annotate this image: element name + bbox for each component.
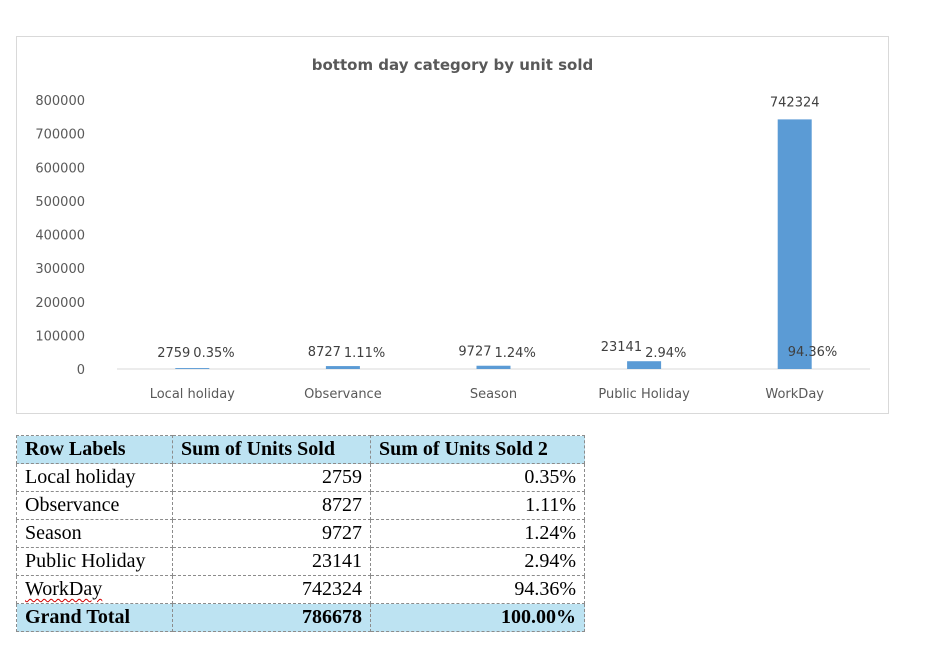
y-tick-label: 400000 (35, 229, 85, 244)
row-units[interactable]: 8727 (172, 491, 371, 520)
bar (777, 119, 812, 369)
bar (476, 365, 511, 369)
x-tick-label: Local holiday (150, 387, 235, 402)
header-sum-units-2[interactable]: Sum of Units Sold 2 (370, 435, 585, 464)
y-tick-label: 0 (77, 363, 85, 378)
row-pct[interactable]: 0.35% (370, 463, 585, 492)
data-label-percent: 94.36% (788, 345, 838, 360)
table-row: Season 9727 1.24% (16, 519, 585, 548)
y-tick-label: 700000 (35, 128, 85, 143)
bar (325, 366, 360, 369)
data-label-percent: 1.24% (495, 346, 536, 361)
grand-total-label[interactable]: Grand Total (16, 603, 173, 632)
row-units[interactable]: 9727 (172, 519, 371, 548)
row-label[interactable]: Public Holiday (16, 547, 173, 576)
y-tick-label: 200000 (35, 296, 85, 311)
y-tick-label: 100000 (35, 329, 85, 344)
table-row: Local holiday 2759 0.35% (16, 463, 585, 492)
data-label-value: 23141 (601, 340, 642, 355)
data-label-percent: 1.11% (344, 346, 385, 361)
data-label-value: 2759 (157, 346, 190, 361)
data-label-percent: 0.35% (193, 346, 234, 361)
data-label-percent: 2.94% (645, 346, 686, 361)
y-tick-label: 800000 (35, 94, 85, 109)
pivot-table: Row Labels Sum of Units Sold Sum of Unit… (16, 435, 585, 632)
row-pct[interactable]: 2.94% (370, 547, 585, 576)
table-row: Observance 8727 1.11% (16, 491, 585, 520)
table-row: Public Holiday 23141 2.94% (16, 547, 585, 576)
x-tick-label: Observance (304, 387, 382, 402)
y-tick-label: 300000 (35, 262, 85, 277)
y-tick-label: 500000 (35, 195, 85, 210)
x-tick-label: Public Holiday (598, 387, 690, 402)
bar-chart: 0 100000 200000 300000 400000 500000 600000 700… (35, 94, 870, 402)
table-header-row: Row Labels Sum of Units Sold Sum of Unit… (16, 435, 585, 464)
row-pct[interactable]: 1.11% (370, 491, 585, 520)
grand-total-pct[interactable]: 100.00% (370, 603, 585, 632)
header-row-labels[interactable]: Row Labels (16, 435, 173, 464)
chart-container: bottom day category by unit sold 0 100000… (16, 36, 889, 414)
x-tick-label: WorkDay (765, 387, 824, 402)
row-label[interactable]: WorkDay (16, 575, 173, 604)
grand-total-row: Grand Total 786678 100.00% (16, 603, 585, 632)
row-units[interactable]: 23141 (172, 547, 371, 576)
row-label[interactable]: Season (16, 519, 173, 548)
x-tick-label: Season (470, 387, 517, 402)
row-units[interactable]: 2759 (172, 463, 371, 492)
row-label[interactable]: Observance (16, 491, 173, 520)
bar (175, 368, 210, 369)
data-label-value: 742324 (770, 95, 820, 110)
row-units[interactable]: 742324 (172, 575, 371, 604)
y-tick-label: 600000 (35, 161, 85, 176)
data-label-value: 8727 (308, 345, 341, 360)
row-pct[interactable]: 94.36% (370, 575, 585, 604)
data-label-value: 9727 (458, 345, 491, 360)
row-pct[interactable]: 1.24% (370, 519, 585, 548)
table-row: WorkDay 742324 94.36% (16, 575, 585, 604)
header-sum-units[interactable]: Sum of Units Sold (172, 435, 371, 464)
grand-total-units[interactable]: 786678 (172, 603, 371, 632)
spellcheck-label: WorkDay (25, 578, 103, 600)
row-label[interactable]: Local holiday (16, 463, 173, 492)
bar (627, 361, 662, 369)
